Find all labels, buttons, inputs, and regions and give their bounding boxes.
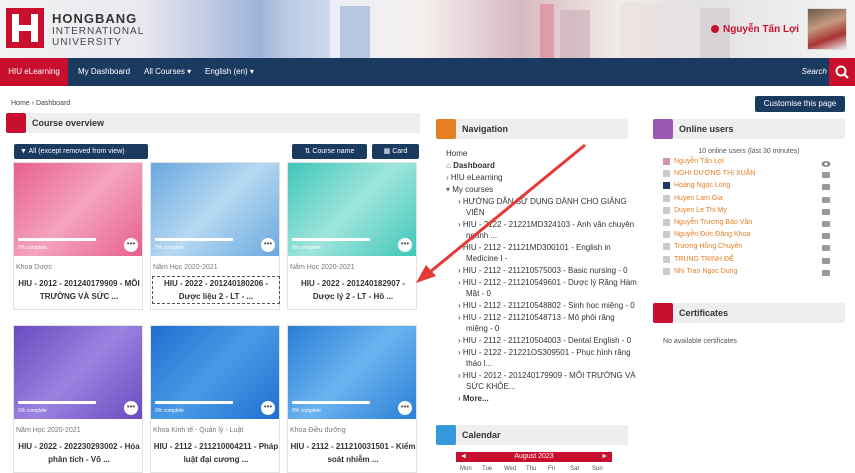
annotation-arrow-icon <box>416 143 586 283</box>
